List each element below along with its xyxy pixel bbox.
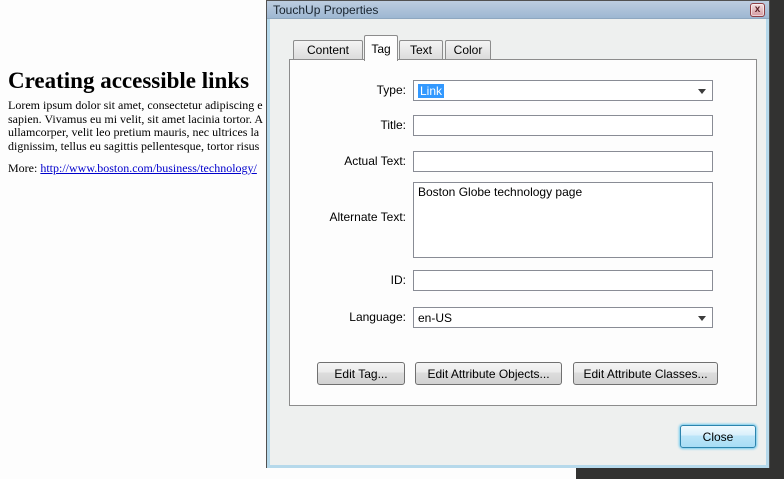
paragraph-line: dignissim, tellus eu sagittis pellentesq… [8,140,263,154]
actual-text-field[interactable] [413,151,713,172]
workspace-background-right [770,0,784,479]
paragraph-line: Lorem ipsum dolor sit amet, consectetur … [8,99,263,113]
paragraph-line: ullamcorper, velit leo pretium mauris, n… [8,126,263,140]
title-label: Title: [290,118,406,132]
type-label: Type: [290,83,406,97]
document-paragraph: Lorem ipsum dolor sit amet, consectetur … [8,99,263,153]
alternate-text-label: Alternate Text: [290,210,406,224]
tag-tab-panel: Type: Link Title: Actual Text: Alternate… [289,59,757,406]
tab-strip: Content Tag Text Color [270,37,766,60]
id-field[interactable] [413,270,713,291]
dialog-titlebar[interactable]: TouchUp Properties x [267,1,769,19]
document-more-line: More: http://www.boston.com/business/tec… [8,161,257,176]
language-dropdown[interactable]: en-US [413,307,713,328]
document-heading: Creating accessible links [8,68,249,94]
edit-attribute-classes-button[interactable]: Edit Attribute Classes... [573,362,718,385]
close-icon[interactable]: x [750,3,765,17]
tab-content[interactable]: Content [293,40,363,60]
edit-tag-button[interactable]: Edit Tag... [317,362,405,385]
tab-tag[interactable]: Tag [364,35,398,61]
id-label: ID: [290,273,406,287]
type-dropdown[interactable]: Link [413,80,713,101]
chevron-down-icon [698,89,706,94]
actual-text-label: Actual Text: [290,154,406,168]
type-selected-value: Link [418,84,444,98]
edit-attribute-objects-button[interactable]: Edit Attribute Objects... [415,362,562,385]
close-button[interactable]: Close [680,425,756,448]
document-hyperlink[interactable]: http://www.boston.com/business/technolog… [40,161,257,175]
tab-color[interactable]: Color [445,40,491,60]
paragraph-line: sapien. Vivamus eu mi velit, sit amet la… [8,113,263,127]
tab-text[interactable]: Text [399,40,443,60]
touchup-properties-dialog: TouchUp Properties x Content Tag Text Co… [266,0,770,468]
language-selected-value: en-US [418,311,452,325]
alternate-text-field[interactable]: Boston Globe technology page [413,182,713,258]
title-field[interactable] [413,115,713,136]
more-label: More: [8,161,40,175]
language-label: Language: [290,310,406,324]
dialog-title: TouchUp Properties [273,3,378,17]
chevron-down-icon [698,316,706,321]
workspace-background-bottom [576,467,784,479]
dialog-body: Content Tag Text Color Type: Link Title:… [267,19,769,468]
